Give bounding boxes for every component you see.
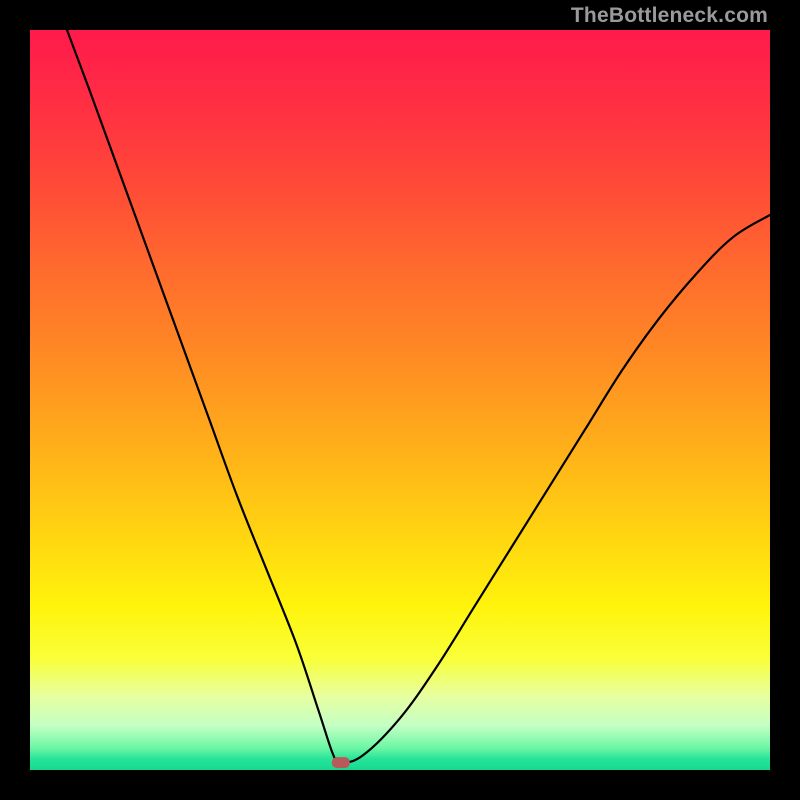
optimal-marker	[332, 757, 350, 768]
bottleneck-curve	[67, 30, 770, 763]
curve-layer	[30, 30, 770, 770]
plot-area	[30, 30, 770, 770]
chart-frame: TheBottleneck.com	[0, 0, 800, 800]
watermark-text: TheBottleneck.com	[571, 4, 768, 28]
